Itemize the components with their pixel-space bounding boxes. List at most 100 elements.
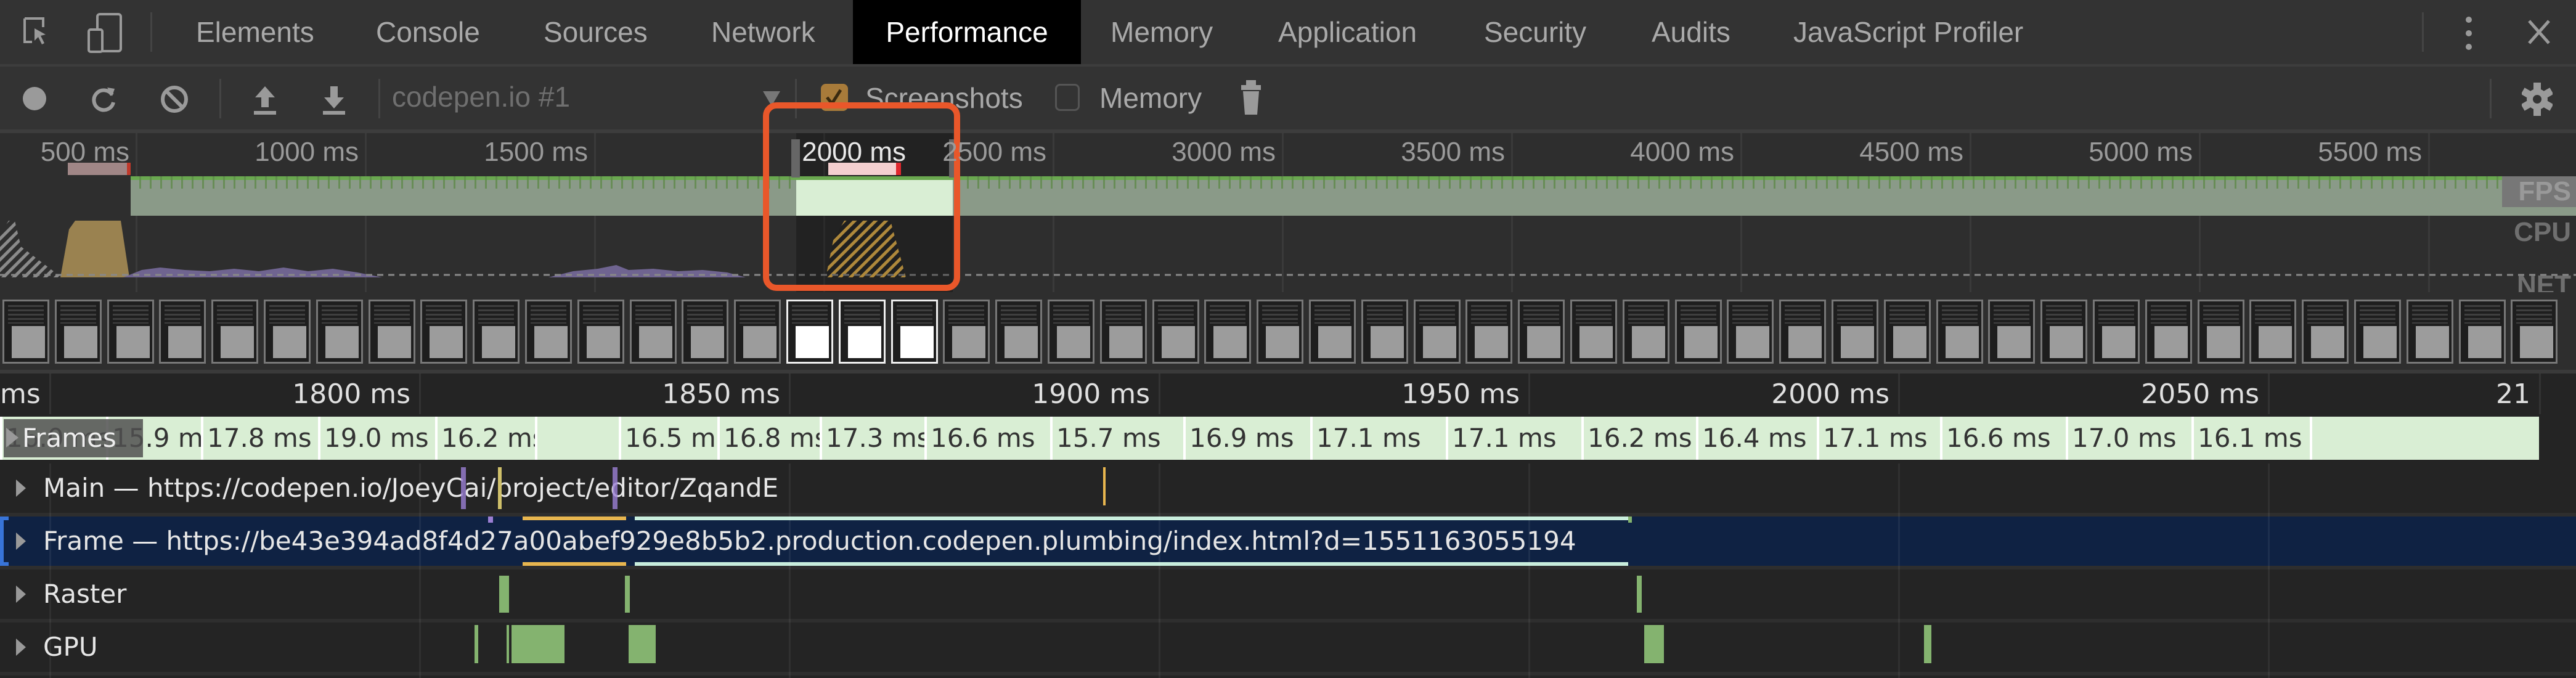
tab-audits[interactable]: Audits xyxy=(1652,0,1730,64)
screenshot-thumbnail[interactable] xyxy=(1309,300,1356,364)
frame-cell[interactable]: 17.0 ms xyxy=(2066,417,2191,460)
screenshot-thumbnail[interactable] xyxy=(786,300,833,364)
task-marker[interactable] xyxy=(461,467,466,509)
screenshot-thumbnail[interactable] xyxy=(1779,300,1826,364)
frame-cell[interactable]: 15.7 ms xyxy=(1050,417,1183,460)
raster-event[interactable] xyxy=(625,576,630,613)
screenshot-thumbnail[interactable] xyxy=(1675,300,1722,364)
memory-checkbox[interactable] xyxy=(1055,84,1080,111)
screenshot-thumbnail[interactable] xyxy=(420,300,467,364)
gpu-event[interactable] xyxy=(507,625,509,663)
screenshot-thumbnail[interactable] xyxy=(630,300,677,364)
clear-icon[interactable] xyxy=(159,84,190,118)
frame-cell[interactable]: 17.3 ms xyxy=(820,417,924,460)
gpu-event[interactable] xyxy=(475,625,478,663)
screenshot-thumbnail[interactable] xyxy=(943,300,990,364)
screenshot-thumbnail[interactable] xyxy=(2040,300,2087,364)
track-frame[interactable]: Frame — https://be43e394ad8f4d27a00abef9… xyxy=(0,517,2576,570)
screenshot-thumbnail[interactable] xyxy=(734,300,781,364)
tab-performance[interactable]: Performance xyxy=(853,0,1081,64)
timeline-overview[interactable]: FPS CPU NET 500 ms 1000 ms 1500 ms 2000 ms 2… xyxy=(0,102,2576,300)
screenshot-thumbnail[interactable] xyxy=(1414,300,1461,364)
tab-elements[interactable]: Elements xyxy=(196,0,314,64)
frame-cell[interactable]: 17.1 ms xyxy=(1446,417,1581,460)
tab-sources[interactable]: Sources xyxy=(544,0,648,64)
screenshot-thumbnail[interactable] xyxy=(1048,300,1094,364)
screenshot-thumbnail[interactable] xyxy=(995,300,1042,364)
track-gpu[interactable]: GPU xyxy=(0,623,2576,676)
screenshot-thumbnail[interactable] xyxy=(1204,300,1251,364)
screenshot-thumbnail[interactable] xyxy=(1623,300,1669,364)
expand-triangle-icon[interactable] xyxy=(16,480,26,497)
reload-icon[interactable] xyxy=(89,84,118,116)
gpu-event[interactable] xyxy=(629,625,656,663)
expand-triangle-icon[interactable] xyxy=(16,639,26,656)
task-marker[interactable] xyxy=(498,467,502,509)
screenshot-thumbnail[interactable] xyxy=(525,300,572,364)
task-marker[interactable] xyxy=(1628,517,1632,523)
task-marker[interactable] xyxy=(613,467,618,509)
frames-track[interactable]: 16.0 ms15.9 ms17.8 ms19.0 ms16.2 ms16.5 … xyxy=(0,417,2539,460)
screenshot-thumbnail[interactable] xyxy=(2145,300,2192,364)
screenshot-thumbnail[interactable] xyxy=(1100,300,1147,364)
screenshot-thumbnail[interactable] xyxy=(682,300,728,364)
screenshot-thumbnail[interactable] xyxy=(839,300,886,364)
tab-application[interactable]: Application xyxy=(1278,0,1417,64)
screenshots-filmstrip[interactable] xyxy=(0,292,2576,374)
track-raster[interactable]: Raster xyxy=(0,570,2576,623)
tab-javascript-profiler[interactable]: JavaScript Profiler xyxy=(1793,0,2023,64)
record-icon[interactable] xyxy=(21,85,48,115)
gpu-event[interactable] xyxy=(1644,625,1664,663)
screenshot-thumbnail[interactable] xyxy=(2459,300,2506,364)
frame-cell[interactable] xyxy=(535,417,619,460)
raster-event[interactable] xyxy=(1637,576,1642,613)
frame-cell[interactable]: 17.1 ms xyxy=(1817,417,1940,460)
screenshot-thumbnail[interactable] xyxy=(316,300,363,364)
frame-cell[interactable]: 16.2 ms xyxy=(1581,417,1696,460)
screenshot-thumbnail[interactable] xyxy=(1361,300,1408,364)
expand-triangle-icon[interactable] xyxy=(16,533,26,550)
frame-cell[interactable]: 16.6 ms xyxy=(1940,417,2066,460)
frame-cell[interactable]: 16.2 ms xyxy=(435,417,535,460)
screenshot-thumbnail[interactable] xyxy=(1518,300,1565,364)
raster-event[interactable] xyxy=(499,576,509,613)
screenshot-thumbnail[interactable] xyxy=(1884,300,1931,364)
frame-cell[interactable]: 16.4 ms xyxy=(1696,417,1817,460)
gpu-event[interactable] xyxy=(512,625,565,663)
screenshot-thumbnail[interactable] xyxy=(2302,300,2349,364)
screenshot-thumbnail[interactable] xyxy=(2407,300,2453,364)
tab-memory[interactable]: Memory xyxy=(1111,0,1213,64)
screenshot-thumbnail[interactable] xyxy=(1936,300,1983,364)
task-marker[interactable] xyxy=(1103,467,1106,505)
screenshot-thumbnail[interactable] xyxy=(2198,300,2244,364)
screenshot-thumbnail[interactable] xyxy=(577,300,624,364)
frame-cell[interactable]: 16.6 ms xyxy=(924,417,1050,460)
trash-icon[interactable] xyxy=(1240,80,1262,119)
frame-cell[interactable]: 16.1 ms xyxy=(2191,417,2310,460)
screenshot-thumbnail[interactable] xyxy=(473,300,520,364)
frame-cell[interactable]: 16.8 ms xyxy=(717,417,820,460)
frame-cell[interactable]: 19.0 ms xyxy=(318,417,435,460)
gpu-event[interactable] xyxy=(1924,625,1931,663)
tab-network[interactable]: Network xyxy=(711,0,815,64)
screenshot-thumbnail[interactable] xyxy=(55,300,102,364)
screenshot-thumbnail[interactable] xyxy=(1988,300,2035,364)
screenshot-thumbnail[interactable] xyxy=(1465,300,1512,364)
screenshot-thumbnail[interactable] xyxy=(264,300,311,364)
track-main[interactable]: Main — https://codepen.io/JoeyCai/projec… xyxy=(0,464,2576,517)
screenshot-thumbnail[interactable] xyxy=(2,300,49,364)
upload-icon[interactable] xyxy=(251,84,279,119)
screenshot-thumbnail[interactable] xyxy=(2249,300,2296,364)
screenshot-thumbnail[interactable] xyxy=(2093,300,2140,364)
screenshot-thumbnail[interactable] xyxy=(891,300,938,364)
settings-gear-icon[interactable] xyxy=(2521,83,2554,119)
tab-security[interactable]: Security xyxy=(1484,0,1586,64)
device-toolbar-icon[interactable] xyxy=(86,12,123,53)
screenshot-thumbnail[interactable] xyxy=(1152,300,1199,364)
screenshot-thumbnail[interactable] xyxy=(211,300,258,364)
screenshot-thumbnail[interactable] xyxy=(1727,300,1774,364)
frame-cell[interactable]: 16.9 ms xyxy=(1183,417,1310,460)
expand-triangle-icon[interactable] xyxy=(16,586,26,603)
screenshot-thumbnail[interactable] xyxy=(369,300,415,364)
screenshot-thumbnail[interactable] xyxy=(159,300,206,364)
